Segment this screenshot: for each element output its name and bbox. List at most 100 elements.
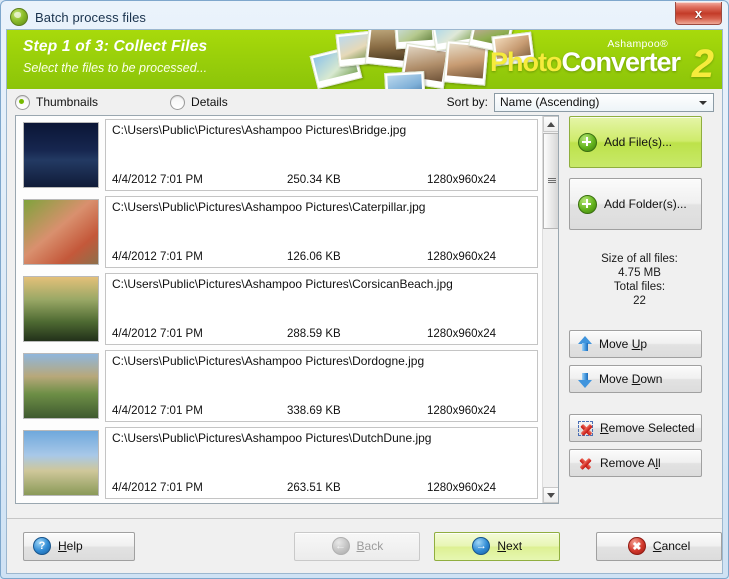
scrollbar-thumb[interactable] <box>543 133 559 229</box>
sort-label: Sort by: <box>447 95 488 109</box>
add-folders-label: Add Folder(s)... <box>604 197 687 211</box>
file-meta: 4/4/2012 7:01 PM 288.59 KB 1280x960x24 <box>112 328 531 340</box>
move-down-button[interactable]: Move Down <box>569 365 702 393</box>
file-path: C:\Users\Public\Pictures\Ashampoo Pictur… <box>112 354 424 368</box>
move-up-label: Move Up <box>599 337 647 351</box>
triangle-down-icon <box>547 493 555 498</box>
title-bar: Batch process files x <box>6 5 723 29</box>
remove-selected-icon <box>578 421 593 436</box>
add-folders-button[interactable]: Add Folder(s)... <box>569 178 702 230</box>
remove-all-button[interactable]: Remove All <box>569 449 702 477</box>
file-path: C:\Users\Public\Pictures\Ashampoo Pictur… <box>112 277 453 291</box>
arrow-down-icon <box>578 371 592 388</box>
file-info: C:\Users\Public\Pictures\Ashampoo Pictur… <box>105 196 538 268</box>
sort-value: Name (Ascending) <box>500 95 599 109</box>
cancel-button[interactable]: ✖ Cancel <box>596 532 722 561</box>
file-dimensions: 1280x960x24 <box>427 174 531 186</box>
next-button[interactable]: → Next <box>434 532 560 561</box>
size-label: Size of all files: <box>569 252 710 266</box>
brand-version: 2 <box>692 42 714 87</box>
table-row[interactable]: C:\Users\Public\Pictures\Ashampoo Pictur… <box>20 196 538 268</box>
plus-circle-icon <box>578 133 597 152</box>
app-globe-icon <box>10 8 28 26</box>
file-info: C:\Users\Public\Pictures\Ashampoo Pictur… <box>105 119 538 191</box>
total-value: 22 <box>569 294 710 308</box>
file-date: 4/4/2012 7:01 PM <box>112 405 287 417</box>
thumbnail <box>23 430 99 496</box>
sidebar: Add File(s)... Add Folder(s)... Size of … <box>569 115 710 555</box>
file-rows: C:\Users\Public\Pictures\Ashampoo Pictur… <box>16 116 542 503</box>
move-up-button[interactable]: Move Up <box>569 330 702 358</box>
file-size: 288.59 KB <box>287 328 427 340</box>
thumbnail <box>23 353 99 419</box>
table-row[interactable]: C:\Users\Public\Pictures\Ashampoo Pictur… <box>20 119 538 191</box>
radio-dot-icon <box>170 95 185 110</box>
remove-selected-label: Remove Selected <box>600 421 695 435</box>
brand-photo: Photo <box>490 47 561 77</box>
plus-circle-icon <box>578 195 597 214</box>
file-size: 250.34 KB <box>287 174 427 186</box>
thumbnail <box>23 276 99 342</box>
dialog-window: Batch process files x Step 1 of 3: Colle… <box>0 0 729 579</box>
radio-details[interactable]: Details <box>170 95 228 110</box>
chevron-down-icon <box>699 101 707 105</box>
close-x-icon: ✖ <box>628 537 646 555</box>
arrow-up-icon <box>578 336 592 353</box>
question-mark-icon: ? <box>33 537 51 555</box>
brand-converter: Converter <box>561 47 680 77</box>
add-files-button[interactable]: Add File(s)... <box>569 116 702 168</box>
size-value: 4.75 MB <box>569 266 710 280</box>
scroll-down-button[interactable] <box>543 487 559 503</box>
file-date: 4/4/2012 7:01 PM <box>112 174 287 186</box>
remove-all-icon <box>578 456 593 471</box>
file-info: C:\Users\Public\Pictures\Ashampoo Pictur… <box>105 273 538 345</box>
help-button[interactable]: ? Help <box>23 532 135 561</box>
view-toolbar: Thumbnails Details Sort by: Name (Ascend… <box>7 89 722 115</box>
file-path: C:\Users\Public\Pictures\Ashampoo Pictur… <box>112 200 425 214</box>
brand-name: PhotoConverter <box>490 47 680 78</box>
thumbnail <box>23 199 99 265</box>
back-button[interactable]: ← Back <box>294 532 420 561</box>
file-dimensions: 1280x960x24 <box>427 328 531 340</box>
file-meta: 4/4/2012 7:01 PM 250.34 KB 1280x960x24 <box>112 174 531 186</box>
close-button[interactable]: x <box>675 2 722 25</box>
file-size: 126.06 KB <box>287 251 427 263</box>
main-area: C:\Users\Public\Pictures\Ashampoo Pictur… <box>7 115 722 555</box>
file-path: C:\Users\Public\Pictures\Ashampoo Pictur… <box>112 431 431 445</box>
remove-selected-button[interactable]: Remove Selected <box>569 414 702 442</box>
add-files-label: Add File(s)... <box>604 135 672 149</box>
radio-thumbnails-label: Thumbnails <box>36 95 98 109</box>
table-row[interactable]: C:\Users\Public\Pictures\Ashampoo Pictur… <box>20 350 538 422</box>
product-logo: Ashampoo® PhotoConverter 2 <box>486 38 712 86</box>
file-date: 4/4/2012 7:01 PM <box>112 328 287 340</box>
scroll-up-button[interactable] <box>543 116 559 132</box>
move-down-label: Move Down <box>599 372 662 386</box>
file-date: 4/4/2012 7:01 PM <box>112 482 287 494</box>
file-dimensions: 1280x960x24 <box>427 482 531 494</box>
radio-thumbnails[interactable]: Thumbnails <box>15 95 98 110</box>
header-banner: Step 1 of 3: Collect Files Select the fi… <box>7 30 722 89</box>
sort-dropdown[interactable]: Name (Ascending) <box>494 93 714 112</box>
file-meta: 4/4/2012 7:01 PM 126.06 KB 1280x960x24 <box>112 251 531 263</box>
file-dimensions: 1280x960x24 <box>427 251 531 263</box>
client-area: Step 1 of 3: Collect Files Select the fi… <box>6 29 723 574</box>
cancel-label: Cancel <box>653 539 690 553</box>
next-label: Next <box>497 539 522 553</box>
step-title: Step 1 of 3: Collect Files <box>23 38 207 56</box>
table-row[interactable]: C:\Users\Public\Pictures\Ashampoo Pictur… <box>20 427 538 499</box>
file-list[interactable]: C:\Users\Public\Pictures\Ashampoo Pictur… <box>15 115 559 504</box>
triangle-up-icon <box>547 122 555 127</box>
total-label: Total files: <box>569 280 710 294</box>
grip-icon <box>548 178 556 184</box>
dialog-footer: ? Help ← Back → Next ✖ Cancel <box>7 518 722 573</box>
radio-dot-icon <box>15 95 30 110</box>
arrow-right-icon: → <box>472 537 490 555</box>
file-meta: 4/4/2012 7:01 PM 263.51 KB 1280x960x24 <box>112 482 531 494</box>
back-label: Back <box>357 539 384 553</box>
file-date: 4/4/2012 7:01 PM <box>112 251 287 263</box>
vertical-scrollbar[interactable] <box>542 116 558 503</box>
table-row[interactable]: C:\Users\Public\Pictures\Ashampoo Pictur… <box>20 273 538 345</box>
step-subtitle: Select the files to be processed... <box>23 61 207 75</box>
file-info: C:\Users\Public\Pictures\Ashampoo Pictur… <box>105 350 538 422</box>
sort-control: Sort by: Name (Ascending) <box>447 93 714 112</box>
